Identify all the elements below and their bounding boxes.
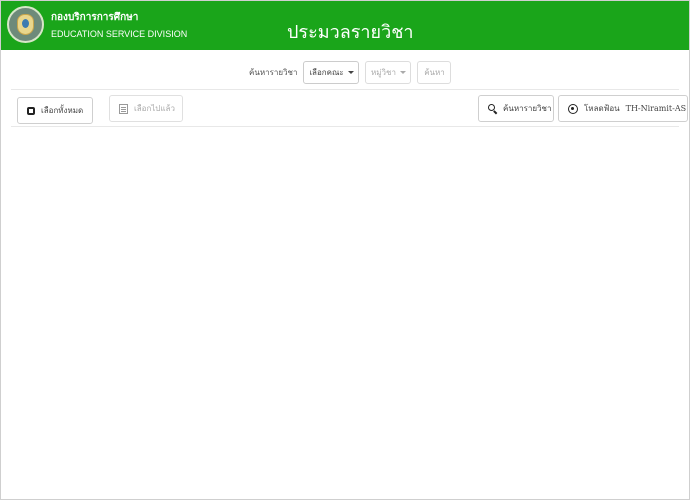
group-dropdown-label: หมู่วิชา (371, 67, 396, 77)
search-button-label: ค้นหา (424, 67, 445, 77)
selected-items-button[interactable]: เลือกไปแล้ว (109, 95, 183, 122)
search-course-label: ค้นหารายวิชา (503, 104, 552, 113)
group-dropdown[interactable]: หมู่วิชา (365, 60, 412, 84)
page-title: ประมวลรายวิชา (287, 22, 414, 43)
org-name-thai: กองบริการการศึกษา (51, 12, 139, 23)
faculty-dropdown-label: เลือกคณะ (309, 67, 344, 77)
selected-items-label: เลือกไปแล้ว (134, 104, 175, 113)
chevron-down-icon (347, 70, 354, 74)
select-all-label: เลือกทั้งหมด (41, 106, 84, 115)
course-search-bar: ค้นหารายวิชา เลือกคณะ หมู่วิชา ค้นหา (249, 60, 457, 84)
download-font-label: โหลดฟ้อน (584, 104, 620, 113)
font-name-label: TH-Niramit-AS (625, 104, 687, 113)
select-all-button[interactable]: เลือกทั้งหมด (17, 97, 93, 124)
header-bar: กองบริการการศึกษา EDUCATION SERVICE DIVI… (1, 1, 689, 50)
search-label: ค้นหารายวิชา (249, 67, 298, 77)
download-circle-icon (568, 103, 578, 114)
download-font-button[interactable]: โหลดฟ้อน TH-Niramit-AS (558, 95, 688, 122)
list-icon (119, 103, 128, 114)
chevron-down-icon (399, 70, 406, 74)
university-emblem-icon[interactable] (7, 6, 44, 43)
faculty-dropdown[interactable]: เลือกคณะ (303, 60, 360, 84)
checkbox-square-icon (27, 106, 35, 115)
divider (11, 89, 679, 90)
search-icon (488, 104, 497, 113)
page: กองบริการการศึกษา EDUCATION SERVICE DIVI… (0, 0, 690, 500)
search-course-button[interactable]: ค้นหารายวิชา (478, 95, 554, 122)
divider (11, 126, 679, 127)
search-button[interactable]: ค้นหา (417, 60, 452, 84)
org-name-english: EDUCATION SERVICE DIVISION (51, 29, 188, 39)
